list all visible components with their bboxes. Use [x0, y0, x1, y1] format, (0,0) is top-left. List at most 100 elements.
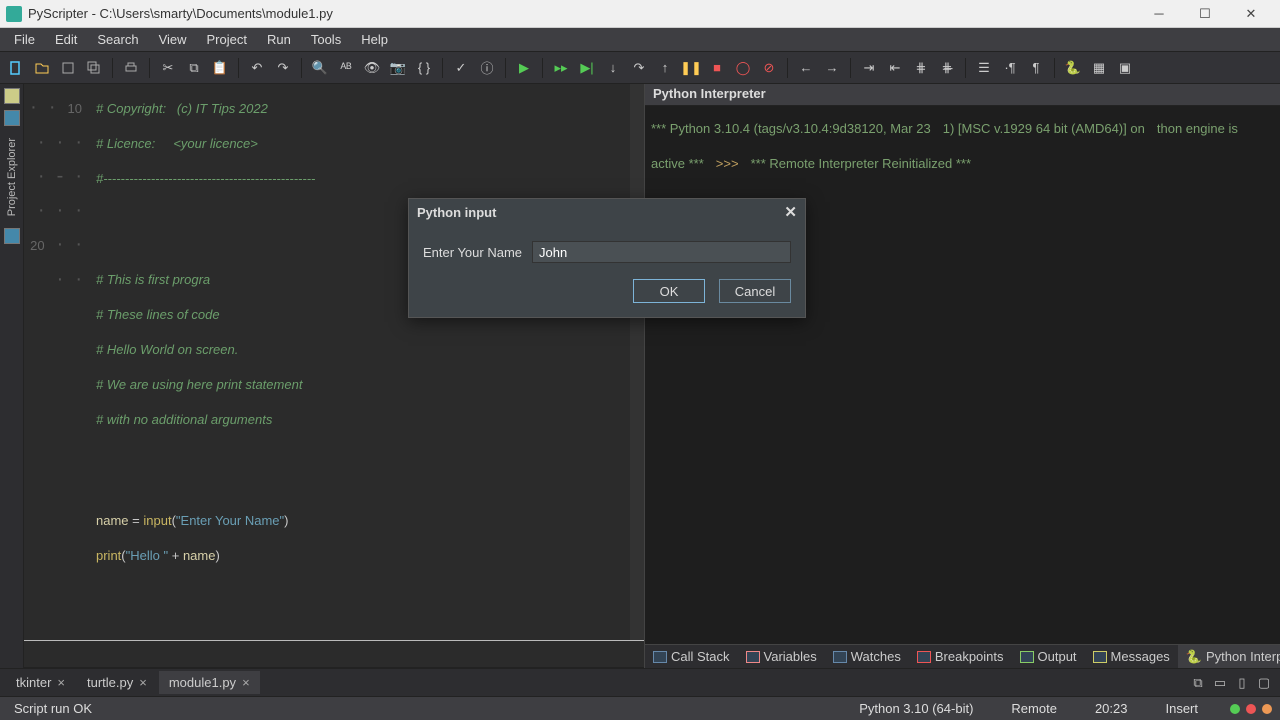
- search-icon[interactable]: 🔍: [308, 56, 332, 80]
- find-next-icon[interactable]: 👁: [360, 56, 384, 80]
- debug-icon[interactable]: ▸▸: [549, 56, 573, 80]
- splitter[interactable]: [24, 640, 644, 668]
- vars-icon: [746, 651, 760, 663]
- whitespace-icon[interactable]: ·¶: [998, 56, 1022, 80]
- menu-file[interactable]: File: [4, 29, 45, 50]
- file-tab-turtle[interactable]: turtle.py×: [77, 671, 157, 694]
- menu-search[interactable]: Search: [87, 29, 148, 50]
- status-python: Python 3.10 (64-bit): [853, 701, 979, 716]
- stop-icon[interactable]: ■: [705, 56, 729, 80]
- tab-variables[interactable]: Variables: [738, 645, 825, 668]
- status-bar: Script run OK Python 3.10 (64-bit) Remot…: [0, 696, 1280, 720]
- side-btn-3[interactable]: [4, 228, 20, 244]
- menu-bar: File Edit Search View Project Run Tools …: [0, 28, 1280, 52]
- nav-fwd-icon[interactable]: →: [820, 56, 844, 80]
- redo-icon[interactable]: ↷: [271, 56, 295, 80]
- debug-tabs: Call Stack Variables Watches Breakpoints…: [645, 644, 1280, 668]
- step-over-icon[interactable]: ↷: [627, 56, 651, 80]
- code-editor[interactable]: # Copyright: (c) IT Tips 2022 # Licence:…: [90, 84, 630, 640]
- paragraph-icon[interactable]: ¶: [1024, 56, 1048, 80]
- pause-icon[interactable]: ❚❚: [679, 56, 703, 80]
- watch-icon: [833, 651, 847, 663]
- tab-layout3-icon[interactable]: ▢: [1254, 673, 1274, 693]
- input-dialog: Python input ✕ Enter Your Name OK Cancel: [408, 198, 806, 318]
- menu-tools[interactable]: Tools: [301, 29, 351, 50]
- file-tab-tkinter[interactable]: tkinter×: [6, 671, 75, 694]
- tab-call-stack[interactable]: Call Stack: [645, 645, 738, 668]
- copy-icon[interactable]: ⧉: [182, 56, 206, 80]
- tab-python-interpreter[interactable]: 🐍Python Interpreter: [1178, 645, 1280, 668]
- close-tab-icon[interactable]: ×: [57, 675, 65, 690]
- interpreter-output[interactable]: *** Python 3.10.4 (tags/v3.10.4:9d38120,…: [645, 106, 1280, 644]
- ok-button[interactable]: OK: [633, 279, 705, 303]
- comment-icon[interactable]: ⋕: [909, 56, 933, 80]
- brackets-icon[interactable]: { }: [412, 56, 436, 80]
- toolbar: ✂ ⧉ 📋 ↶ ↷ 🔍 ᴬᴮ 👁 📷 { } ✓ ⓘ ▶ ▸▸ ▶| ↓ ↷ ↑…: [0, 52, 1280, 84]
- side-toolbar: Project Explorer: [0, 84, 24, 668]
- maximize-button[interactable]: ☐: [1182, 0, 1228, 28]
- panels-icon[interactable]: ▣: [1113, 56, 1137, 80]
- print-icon[interactable]: [119, 56, 143, 80]
- syntax-check-icon[interactable]: ✓: [449, 56, 473, 80]
- python-versions-icon[interactable]: 🐍: [1061, 56, 1085, 80]
- status-led-orange: [1262, 704, 1272, 714]
- status-led-red: [1246, 704, 1256, 714]
- file-tab-module1[interactable]: module1.py×: [159, 671, 260, 694]
- window-title: PyScripter - C:\Users\smarty\Documents\m…: [28, 6, 333, 21]
- scrollbar[interactable]: [630, 84, 644, 640]
- breakpoint-toggle-icon[interactable]: ◯: [731, 56, 755, 80]
- tab-layout2-icon[interactable]: ▯: [1232, 673, 1252, 693]
- layout-icon[interactable]: ▦: [1087, 56, 1111, 80]
- stack-icon: [653, 651, 667, 663]
- tab-breakpoints[interactable]: Breakpoints: [909, 645, 1012, 668]
- list-icon[interactable]: ☰: [972, 56, 996, 80]
- replace-icon[interactable]: ᴬᴮ: [334, 56, 358, 80]
- project-explorer-tab[interactable]: Project Explorer: [4, 132, 20, 222]
- info-icon[interactable]: ⓘ: [475, 56, 499, 80]
- menu-view[interactable]: View: [149, 29, 197, 50]
- run-to-cursor-icon[interactable]: ▶|: [575, 56, 599, 80]
- cancel-button[interactable]: Cancel: [719, 279, 791, 303]
- nav-back-icon[interactable]: ←: [794, 56, 818, 80]
- side-btn-1[interactable]: [4, 88, 20, 104]
- step-out-icon[interactable]: ↑: [653, 56, 677, 80]
- new-file-icon[interactable]: [4, 56, 28, 80]
- indent-icon[interactable]: ⇥: [857, 56, 881, 80]
- open-file-icon[interactable]: [30, 56, 54, 80]
- breakpoint-clear-icon[interactable]: ⊘: [757, 56, 781, 80]
- tab-watches[interactable]: Watches: [825, 645, 909, 668]
- save-all-icon[interactable]: [82, 56, 106, 80]
- run-icon[interactable]: ▶: [512, 56, 536, 80]
- dialog-input[interactable]: [532, 241, 791, 263]
- close-tab-icon[interactable]: ×: [139, 675, 147, 690]
- tab-split-icon[interactable]: ⧉: [1188, 673, 1208, 693]
- minimize-button[interactable]: ─: [1136, 0, 1182, 28]
- menu-project[interactable]: Project: [197, 29, 257, 50]
- msg-icon: [1093, 651, 1107, 663]
- side-btn-2[interactable]: [4, 110, 20, 126]
- step-into-icon[interactable]: ↓: [601, 56, 625, 80]
- tab-messages[interactable]: Messages: [1085, 645, 1178, 668]
- menu-help[interactable]: Help: [351, 29, 398, 50]
- undo-icon[interactable]: ↶: [245, 56, 269, 80]
- status-led-green: [1230, 704, 1240, 714]
- outdent-icon[interactable]: ⇤: [883, 56, 907, 80]
- window-titlebar: PyScripter - C:\Users\smarty\Documents\m…: [0, 0, 1280, 28]
- status-engine: Remote: [1005, 701, 1063, 716]
- menu-run[interactable]: Run: [257, 29, 301, 50]
- cut-icon[interactable]: ✂: [156, 56, 180, 80]
- save-icon[interactable]: [56, 56, 80, 80]
- line-gutter: · · 10 · · · · - · · · · 20 · · · ·: [24, 84, 90, 640]
- tab-output[interactable]: Output: [1012, 645, 1085, 668]
- uncomment-icon[interactable]: ⋕̶: [935, 56, 959, 80]
- close-button[interactable]: ✕: [1228, 0, 1274, 28]
- camera-icon[interactable]: 📷: [386, 56, 410, 80]
- dialog-close-icon[interactable]: ✕: [784, 203, 797, 221]
- menu-edit[interactable]: Edit: [45, 29, 87, 50]
- dialog-title: Python input: [417, 205, 496, 220]
- status-message: Script run OK: [8, 701, 98, 716]
- close-tab-icon[interactable]: ×: [242, 675, 250, 690]
- tab-layout1-icon[interactable]: ▭: [1210, 673, 1230, 693]
- app-icon: [6, 6, 22, 22]
- paste-icon[interactable]: 📋: [208, 56, 232, 80]
